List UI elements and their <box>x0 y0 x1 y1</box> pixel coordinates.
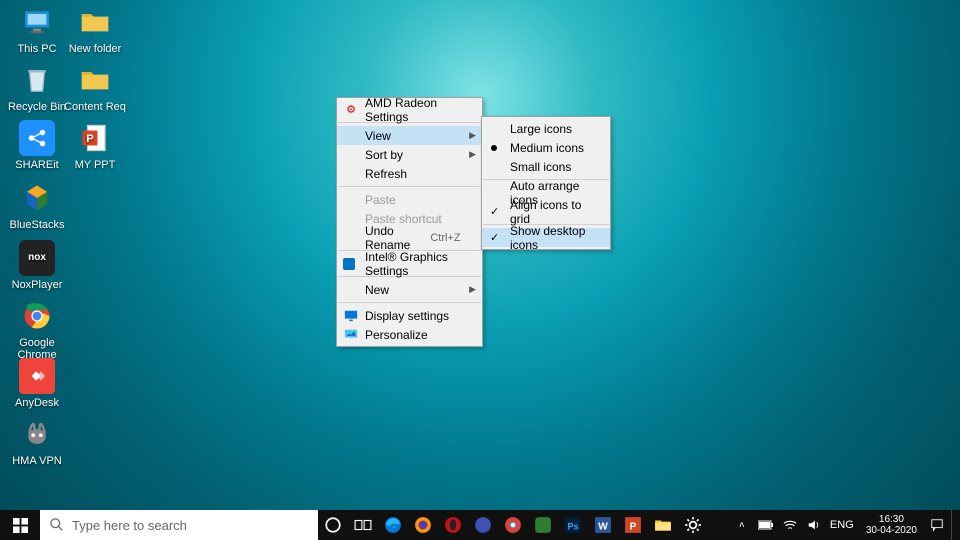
desktop-icon-anydesk[interactable]: AnyDesk <box>2 358 72 409</box>
notification-icon <box>930 518 944 532</box>
chrome-icon <box>504 516 522 534</box>
separator <box>338 186 481 187</box>
cortana-button[interactable] <box>318 510 348 540</box>
chevron-up-icon: ˄ <box>739 520 745 531</box>
taskbar-app-chrome[interactable] <box>498 510 528 540</box>
radio-selected-icon <box>491 145 497 151</box>
desktop-icon-noxplayer[interactable]: noxNoxPlayer <box>2 240 72 291</box>
folder-icon <box>654 516 672 534</box>
taskbar-app-photoshop[interactable]: Ps <box>558 510 588 540</box>
tray-clock[interactable]: 16:3030-04-2020 <box>860 514 923 536</box>
desktop-icon-my-ppt[interactable]: PMY PPT <box>60 120 130 171</box>
search-box[interactable]: Type here to search <box>40 510 318 540</box>
intel-icon <box>343 258 355 270</box>
menu-paste: Paste <box>337 190 482 209</box>
menu-view[interactable]: View▶ <box>337 126 482 145</box>
shareit-icon <box>19 120 55 156</box>
menu-refresh[interactable]: Refresh <box>337 164 482 183</box>
tray-battery[interactable] <box>756 510 776 540</box>
desktop-icon-google-chrome[interactable]: Google Chrome <box>2 298 72 361</box>
submenu-align-grid[interactable]: ✓Align icons to grid <box>482 202 610 221</box>
taskbar-app-explorer[interactable] <box>648 510 678 540</box>
submenu-large-icons[interactable]: Large icons <box>482 119 610 138</box>
personalize-icon <box>343 327 359 343</box>
monitor-icon <box>19 4 55 40</box>
menu-personalize[interactable]: Personalize <box>337 325 482 344</box>
chevron-right-icon: ▶ <box>469 149 476 160</box>
tray-wifi[interactable] <box>780 510 800 540</box>
menu-amd-radeon[interactable]: ⚙AMD Radeon Settings <box>337 100 482 119</box>
taskbar-app-green[interactable] <box>528 510 558 540</box>
task-view-button[interactable] <box>348 510 378 540</box>
desktop-icon-content-req[interactable]: Content Req <box>60 62 130 113</box>
cortana-icon <box>324 516 342 534</box>
tray-chevron-up[interactable]: ˄ <box>732 510 752 540</box>
tray-volume[interactable] <box>804 510 824 540</box>
view-submenu: Large icons Medium icons Small icons Aut… <box>481 116 611 250</box>
app-icon <box>474 516 492 534</box>
svg-text:P: P <box>86 133 94 145</box>
amd-icon: ⚙ <box>343 102 359 118</box>
taskbar-app-opera[interactable] <box>438 510 468 540</box>
tray-language[interactable]: ENG <box>828 510 856 540</box>
chevron-right-icon: ▶ <box>469 284 476 295</box>
desktop-icon-bluestacks[interactable]: BlueStacks <box>2 180 72 231</box>
windows-icon <box>13 518 28 533</box>
svg-text:P: P <box>630 522 637 533</box>
menu-display-settings[interactable]: Display settings <box>337 306 482 325</box>
anydesk-icon <box>19 358 55 394</box>
submenu-medium-icons[interactable]: Medium icons <box>482 138 610 157</box>
taskbar-app-edge[interactable] <box>378 510 408 540</box>
taskbar-app-sharex[interactable] <box>468 510 498 540</box>
start-button[interactable] <box>0 510 40 540</box>
taskbar-app-powerpoint[interactable]: P <box>618 510 648 540</box>
opera-icon <box>444 516 462 534</box>
taskbar-app-word[interactable]: W <box>588 510 618 540</box>
display-icon <box>343 308 359 324</box>
wifi-icon <box>783 519 797 531</box>
word-icon: W <box>594 516 612 534</box>
check-icon: ✓ <box>490 205 499 218</box>
taskbar-app-firefox[interactable] <box>408 510 438 540</box>
show-desktop-button[interactable] <box>951 510 958 540</box>
taskbar: Type here to search Ps W P ˄ ENG 16:3030… <box>0 510 960 540</box>
check-icon: ✓ <box>490 231 499 244</box>
gear-icon <box>684 516 702 534</box>
desktop-icon-hma-vpn[interactable]: HMA VPN <box>2 416 72 467</box>
task-view-icon <box>354 516 372 534</box>
folder-icon <box>77 4 113 40</box>
chrome-icon <box>19 298 55 334</box>
nox-icon: nox <box>19 240 55 276</box>
separator <box>338 302 481 303</box>
hma-icon <box>19 416 55 452</box>
svg-text:Ps: Ps <box>567 522 578 532</box>
desktop-icon-new-folder[interactable]: New folder <box>60 4 130 55</box>
folder-icon <box>77 62 113 98</box>
photoshop-icon: Ps <box>564 516 582 534</box>
taskbar-app-settings[interactable] <box>678 510 708 540</box>
firefox-icon <box>414 516 432 534</box>
menu-new[interactable]: New▶ <box>337 280 482 299</box>
menu-sort-by[interactable]: Sort by▶ <box>337 145 482 164</box>
system-tray: ˄ ENG 16:3030-04-2020 <box>732 510 960 540</box>
powerpoint-icon: P <box>77 120 113 156</box>
battery-icon <box>758 520 774 530</box>
app-icon <box>534 516 552 534</box>
menu-undo-rename[interactable]: Undo RenameCtrl+Z <box>337 228 482 247</box>
search-icon <box>50 518 64 532</box>
menu-intel-graphics[interactable]: Intel® Graphics Settings <box>337 254 482 273</box>
powerpoint-icon: P <box>624 516 642 534</box>
desktop-context-menu: ⚙AMD Radeon Settings View▶ Sort by▶ Refr… <box>336 97 483 347</box>
bluestacks-icon <box>19 180 55 216</box>
chevron-right-icon: ▶ <box>469 130 476 141</box>
recycle-bin-icon <box>19 62 55 98</box>
submenu-small-icons[interactable]: Small icons <box>482 157 610 176</box>
svg-text:W: W <box>598 522 608 533</box>
tray-action-center[interactable] <box>927 510 947 540</box>
submenu-show-desktop-icons[interactable]: ✓Show desktop icons <box>482 228 610 247</box>
volume-icon <box>807 518 821 532</box>
edge-icon <box>384 516 402 534</box>
